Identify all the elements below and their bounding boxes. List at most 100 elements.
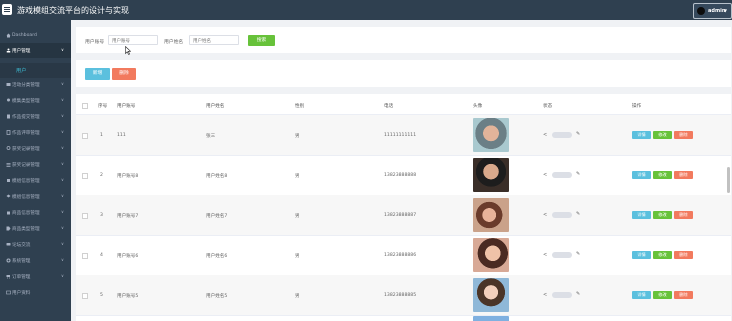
account-search-input[interactable] — [108, 35, 158, 45]
account-label: 用户账号 — [85, 40, 105, 45]
sidebar-item-award-1[interactable]: 获奖记录管理 ∨ — [0, 141, 71, 156]
tag-icon — [6, 226, 11, 231]
menu-icon[interactable] — [2, 4, 12, 15]
sidebar-subitem-label: 用户 — [16, 68, 27, 74]
sidebar-item-system[interactable]: 系统管理 ∨ — [0, 253, 71, 268]
admin-menu-button[interactable]: admin ▼ — [693, 3, 732, 19]
share-icon[interactable]: < — [543, 172, 547, 178]
sidebar-item-user-management[interactable]: 用户管理 ∨ — [0, 43, 71, 58]
detail-button[interactable]: 详情 — [632, 251, 651, 259]
sidebar-item-module-type[interactable]: 模集类型管理 ∨ — [0, 93, 71, 108]
row-phone: 13823888885 — [384, 293, 417, 298]
row-checkbox[interactable] — [82, 173, 88, 179]
chevron-down-icon: ∨ — [61, 225, 64, 230]
sidebar-item-module-info-2[interactable]: 模组信息管理 ∨ — [0, 189, 71, 204]
list-icon — [6, 163, 11, 167]
sidebar-item-label: 模组信息管理 — [12, 179, 40, 184]
status-toggle[interactable] — [552, 292, 572, 298]
sidebar-item-label: 模组信息管理 — [12, 195, 40, 200]
avatar-image — [473, 278, 509, 312]
chevron-down-icon: ∨ — [61, 273, 64, 278]
search-button[interactable]: 搜索 — [248, 35, 275, 46]
edit-button[interactable]: 修改 — [653, 131, 672, 139]
row-checkbox[interactable] — [82, 213, 88, 219]
sidebar-item-label: 作品评审管理 — [12, 131, 40, 136]
sidebar-item-dashboard[interactable]: Dashboard — [0, 28, 71, 43]
app-title: 游戏模组交流平台的设计与实现 — [17, 6, 129, 15]
avatar-image — [473, 158, 509, 192]
edit-icon[interactable]: ✎ — [576, 211, 580, 217]
delete-row-button[interactable]: 删除 — [674, 171, 693, 179]
delete-row-button[interactable]: 删除 — [674, 251, 693, 259]
top-bar: 游戏模组交流平台的设计与实现 admin ▼ — [0, 0, 732, 20]
sidebar-item-award-2[interactable]: 获奖记录管理 ∨ — [0, 157, 71, 172]
select-all-checkbox[interactable] — [82, 103, 88, 109]
status-toggle[interactable] — [552, 212, 572, 218]
edit-icon[interactable]: ✎ — [576, 291, 580, 297]
edit-button[interactable]: 修改 — [653, 211, 672, 219]
delete-row-button[interactable]: 删除 — [674, 211, 693, 219]
chevron-down-icon: ∨ — [61, 257, 64, 262]
detail-button[interactable]: 详情 — [632, 171, 651, 179]
share-icon[interactable]: < — [543, 252, 547, 258]
status-toggle[interactable] — [552, 132, 572, 138]
sidebar-subitem-user[interactable]: 用户 — [0, 63, 71, 78]
chevron-down-icon: ∨ — [61, 145, 64, 150]
sidebar: Dashboard 用户管理 ∨ 用户 活动分类管理 ∨ 模集类型管理 ∨ 作品… — [0, 20, 71, 321]
row-checkbox[interactable] — [82, 133, 88, 139]
detail-button[interactable]: 详情 — [632, 291, 651, 299]
pin-icon — [7, 98, 10, 102]
sidebar-item-label: 活动分类管理 — [12, 83, 40, 88]
delete-row-button[interactable]: 删除 — [674, 131, 693, 139]
edit-icon[interactable]: ✎ — [576, 251, 580, 257]
sidebar-item-submission[interactable]: 作品提交管理 ∨ — [0, 109, 71, 124]
header-avatar: 头像 — [473, 104, 483, 109]
share-icon[interactable]: < — [543, 292, 547, 298]
row-phone: 13823888886 — [384, 253, 417, 258]
avatar-image — [473, 238, 509, 272]
share-icon[interactable]: < — [543, 212, 547, 218]
share-icon[interactable]: < — [543, 132, 547, 138]
sidebar-item-goods-type[interactable]: 商品类型管理 ∨ — [0, 221, 71, 236]
sidebar-item-label: 用户资料 — [12, 291, 31, 296]
row-name: 用户姓名5 — [206, 294, 228, 299]
detail-button[interactable]: 详情 — [632, 131, 651, 139]
chevron-down-icon: ∨ — [61, 97, 64, 102]
sidebar-item-goods-info[interactable]: 商品信息管理 ∨ — [0, 205, 71, 220]
name-search-input[interactable] — [189, 35, 239, 45]
edit-button[interactable]: 修改 — [653, 171, 672, 179]
header-actions: 操作 — [632, 104, 642, 109]
page-scrollbar[interactable] — [727, 167, 730, 193]
table-row: 4 用户账号6 用户姓名6 男 13823888886 < ✎ 详情 修改 删除 — [76, 235, 731, 275]
sidebar-item-label: 用户管理 — [12, 49, 31, 54]
detail-button[interactable]: 详情 — [632, 211, 651, 219]
sidebar-item-label: 订单管理 — [12, 275, 31, 280]
admin-label: admin — [708, 8, 726, 14]
sidebar-item-review[interactable]: 作品评审管理 ∨ — [0, 125, 71, 140]
bag-icon — [7, 211, 10, 215]
header-status: 状态 — [543, 104, 553, 109]
chevron-down-icon: ∨ — [61, 161, 64, 166]
chat-icon — [6, 243, 11, 246]
delete-row-button[interactable]: 删除 — [674, 291, 693, 299]
chevron-down-icon: ∨ — [61, 209, 64, 214]
status-toggle[interactable] — [552, 252, 572, 258]
sidebar-item-orders[interactable]: 订单管理 ∨ — [0, 269, 71, 284]
sidebar-item-activity-category[interactable]: 活动分类管理 ∨ — [0, 77, 71, 92]
edit-icon[interactable]: ✎ — [576, 131, 580, 137]
row-checkbox[interactable] — [82, 253, 88, 259]
row-checkbox[interactable] — [82, 293, 88, 299]
user-table: 序号 用户账号 用户姓名 性别 电话 头像 状态 操作 1 111 张三 男 1… — [76, 94, 731, 321]
edit-button[interactable]: 修改 — [653, 251, 672, 259]
status-toggle[interactable] — [552, 172, 572, 178]
add-button[interactable]: 新增 — [85, 68, 110, 80]
sidebar-item-forum[interactable]: 论坛交流 ∨ — [0, 237, 71, 252]
sidebar-item-profile[interactable]: 用户资料 — [0, 285, 71, 300]
avatar-image-partial — [473, 316, 509, 321]
delete-button[interactable]: 删除 — [112, 68, 136, 80]
edit-icon[interactable]: ✎ — [576, 171, 580, 177]
edit-button[interactable]: 修改 — [653, 291, 672, 299]
row-index: 3 — [100, 213, 103, 218]
sidebar-item-module-info-1[interactable]: 模组信息管理 ∨ — [0, 173, 71, 188]
chevron-down-icon: ▼ — [723, 8, 727, 13]
